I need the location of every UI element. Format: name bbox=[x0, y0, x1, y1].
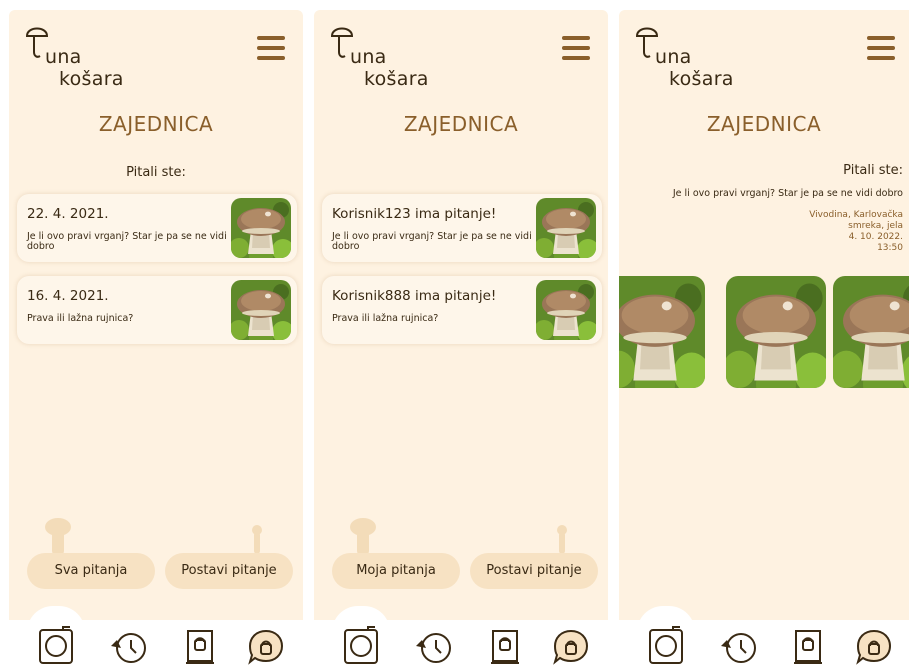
question-text: Je li ovo pravi vrganj? Star je pa se ne… bbox=[332, 231, 532, 252]
logo-text-line2: košara bbox=[669, 68, 734, 90]
bottom-nav bbox=[9, 620, 303, 672]
ask-question-button[interactable]: Postavi pitanje bbox=[165, 553, 293, 589]
book-icon[interactable] bbox=[488, 628, 522, 666]
question-card[interactable]: Korisnik123 ima pitanje! Je li ovo pravi… bbox=[322, 194, 602, 262]
decorative-mushroom-icon bbox=[557, 525, 567, 554]
mushroom-photo bbox=[231, 198, 291, 258]
all-questions-button[interactable]: Sva pitanja bbox=[27, 553, 155, 589]
decorative-mushroom-icon bbox=[350, 518, 376, 555]
meta-date: 4. 10. 2022. bbox=[848, 232, 903, 242]
history-icon[interactable] bbox=[719, 628, 759, 666]
page-title: ZAJEDNICA bbox=[98, 112, 214, 136]
question-date: 16. 4. 2021. bbox=[27, 288, 109, 304]
bottom-nav bbox=[314, 620, 608, 672]
page-title: ZAJEDNICA bbox=[706, 112, 822, 136]
question-photo[interactable] bbox=[619, 276, 705, 388]
question-text: Je li ovo pravi vrganj? Star je pa se ne… bbox=[672, 188, 903, 199]
community-icon[interactable] bbox=[247, 628, 285, 666]
app-logo[interactable]: una košara bbox=[633, 22, 743, 90]
question-card[interactable]: Korisnik888 ima pitanje! Prava ili lažna… bbox=[322, 276, 602, 344]
question-author: Korisnik888 ima pitanje! bbox=[332, 288, 497, 304]
community-icon[interactable] bbox=[855, 628, 893, 666]
question-text: Prava ili lažna rujnica? bbox=[27, 313, 134, 324]
question-photo[interactable] bbox=[833, 276, 909, 388]
hamburger-menu-icon[interactable] bbox=[257, 36, 285, 62]
camera-icon[interactable] bbox=[37, 624, 75, 666]
question-text: Prava ili lažna rujnica? bbox=[332, 313, 439, 324]
logo-text-line2: košara bbox=[364, 68, 429, 90]
question-card[interactable]: 16. 4. 2021. Prava ili lažna rujnica? bbox=[17, 276, 297, 344]
mushroom-photo bbox=[536, 198, 596, 258]
hamburger-menu-icon[interactable] bbox=[867, 36, 895, 62]
question-photo[interactable] bbox=[726, 276, 826, 388]
meta-trees: smreka, jela bbox=[848, 221, 903, 231]
page-title: ZAJEDNICA bbox=[403, 112, 519, 136]
question-card[interactable]: 22. 4. 2021. Je li ovo pravi vrganj? Sta… bbox=[17, 194, 297, 262]
question-date: 22. 4. 2021. bbox=[27, 206, 109, 222]
screen-community-questions: una košara ZAJEDNICA Korisnik123 ima pit… bbox=[314, 10, 608, 672]
ask-question-button[interactable]: Postavi pitanje bbox=[470, 553, 598, 589]
hamburger-menu-icon[interactable] bbox=[562, 36, 590, 62]
question-text: Je li ovo pravi vrganj? Star je pa se ne… bbox=[27, 231, 227, 252]
screen-my-questions: una košara ZAJEDNICA Pitali ste: 22. 4. … bbox=[9, 10, 303, 672]
logo-text-line1: una bbox=[350, 46, 387, 68]
section-subtitle: Pitali ste: bbox=[843, 163, 903, 178]
decorative-mushroom-icon bbox=[45, 518, 71, 555]
book-icon[interactable] bbox=[791, 628, 825, 666]
question-meta: Vivodina, Karlovačka smreka, jela 4. 10.… bbox=[773, 210, 903, 254]
mushroom-photo bbox=[231, 280, 291, 340]
logo-text-line1: una bbox=[45, 46, 82, 68]
app-logo[interactable]: una košara bbox=[23, 22, 133, 90]
community-icon[interactable] bbox=[552, 628, 590, 666]
history-icon[interactable] bbox=[414, 628, 454, 666]
question-author: Korisnik123 ima pitanje! bbox=[332, 206, 497, 222]
logo-text-line2: košara bbox=[59, 68, 124, 90]
app-logo[interactable]: una košara bbox=[328, 22, 438, 90]
my-questions-button[interactable]: Moja pitanja bbox=[332, 553, 460, 589]
history-icon[interactable] bbox=[109, 628, 149, 666]
logo-text-line1: una bbox=[655, 46, 692, 68]
screen-question-detail: una košara ZAJEDNICA Pitali ste: Je li o… bbox=[619, 10, 909, 672]
meta-location: Vivodina, Karlovačka bbox=[809, 210, 903, 220]
mushroom-photo bbox=[536, 280, 596, 340]
section-subtitle: Pitali ste: bbox=[126, 165, 186, 180]
camera-icon[interactable] bbox=[342, 624, 380, 666]
meta-time: 13:50 bbox=[877, 243, 903, 253]
decorative-mushroom-icon bbox=[252, 525, 262, 554]
camera-icon[interactable] bbox=[647, 624, 685, 666]
book-icon[interactable] bbox=[183, 628, 217, 666]
bottom-nav bbox=[619, 620, 909, 672]
